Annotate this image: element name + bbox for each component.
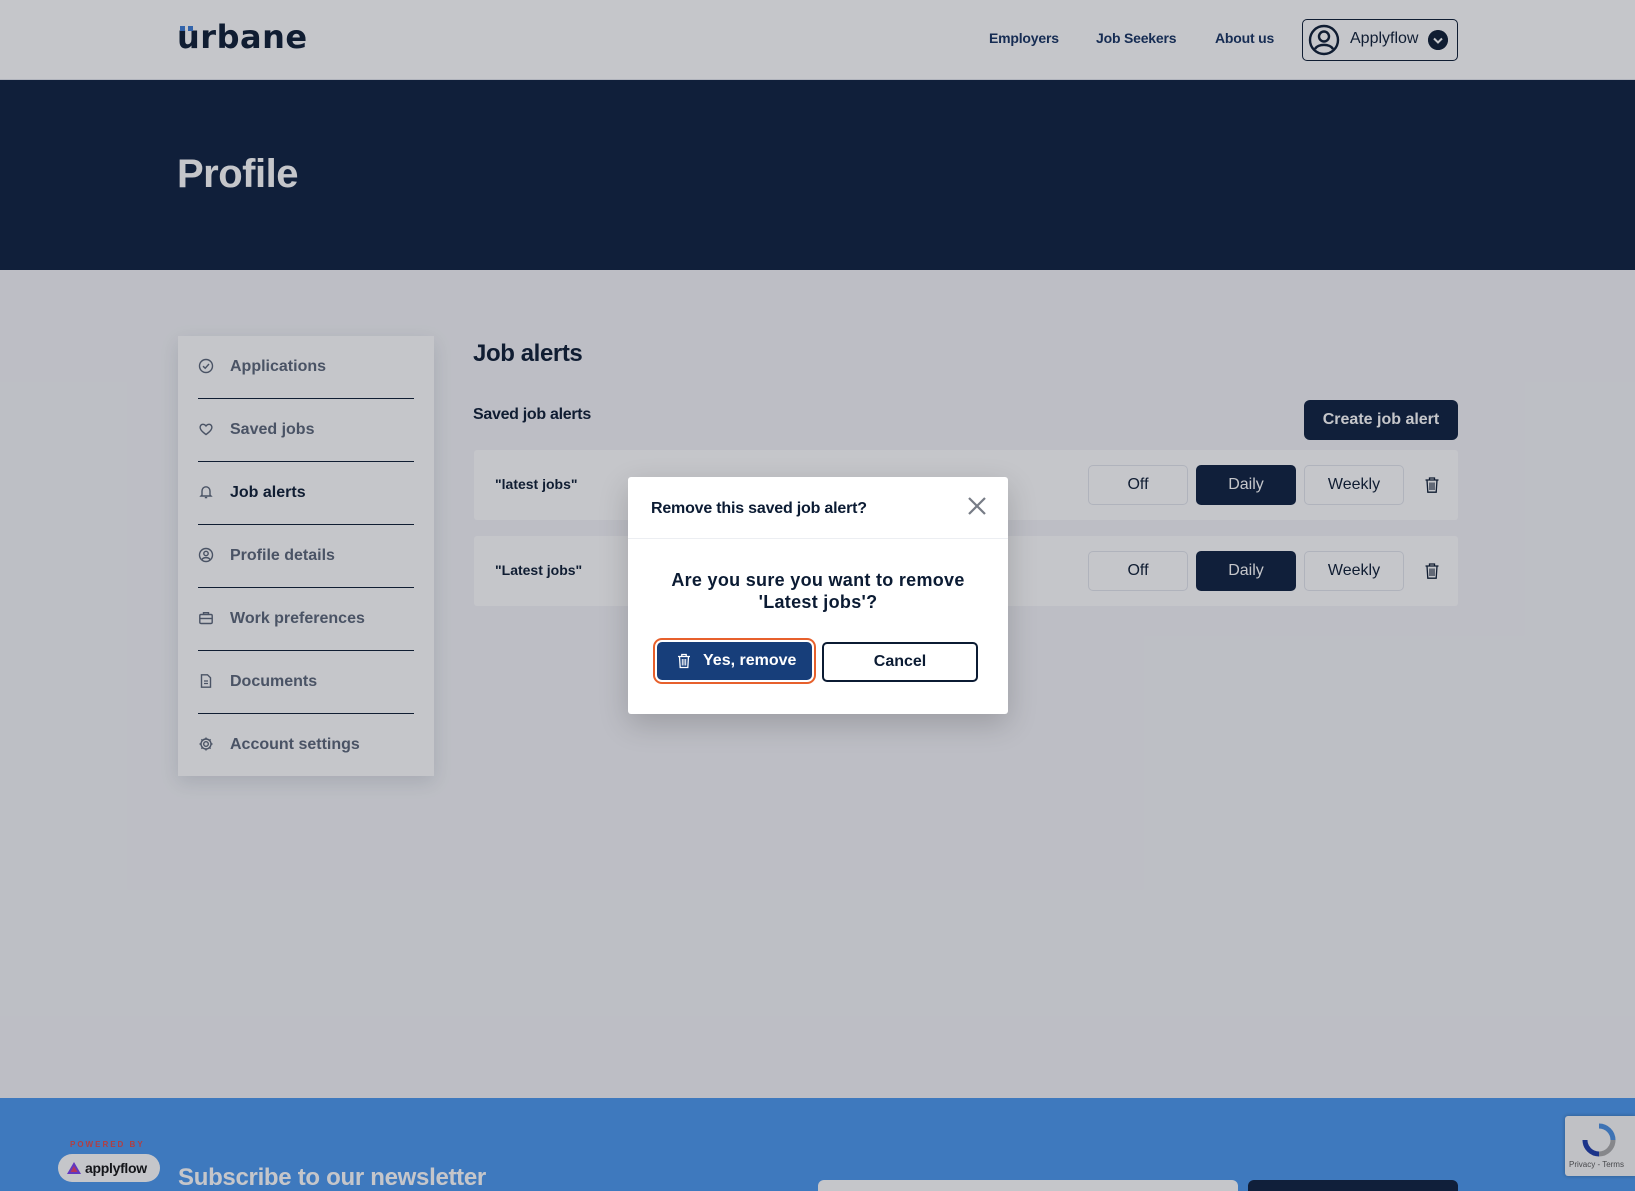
dialog-message: Are you sure you want to remove 'Latest … bbox=[671, 570, 965, 612]
trash-icon bbox=[678, 653, 690, 669]
dialog-title: Remove this saved job alert? bbox=[651, 500, 867, 517]
cancel-button[interactable]: Cancel bbox=[822, 642, 978, 682]
confirm-remove-label: Yes, remove bbox=[703, 652, 797, 669]
close-icon[interactable] bbox=[964, 493, 990, 519]
dialog-header: Remove this saved job alert? bbox=[628, 477, 1008, 539]
confirm-remove-dialog: Remove this saved job alert? Are you sur… bbox=[628, 477, 1008, 714]
confirm-remove-button[interactable]: Yes, remove bbox=[657, 642, 812, 680]
